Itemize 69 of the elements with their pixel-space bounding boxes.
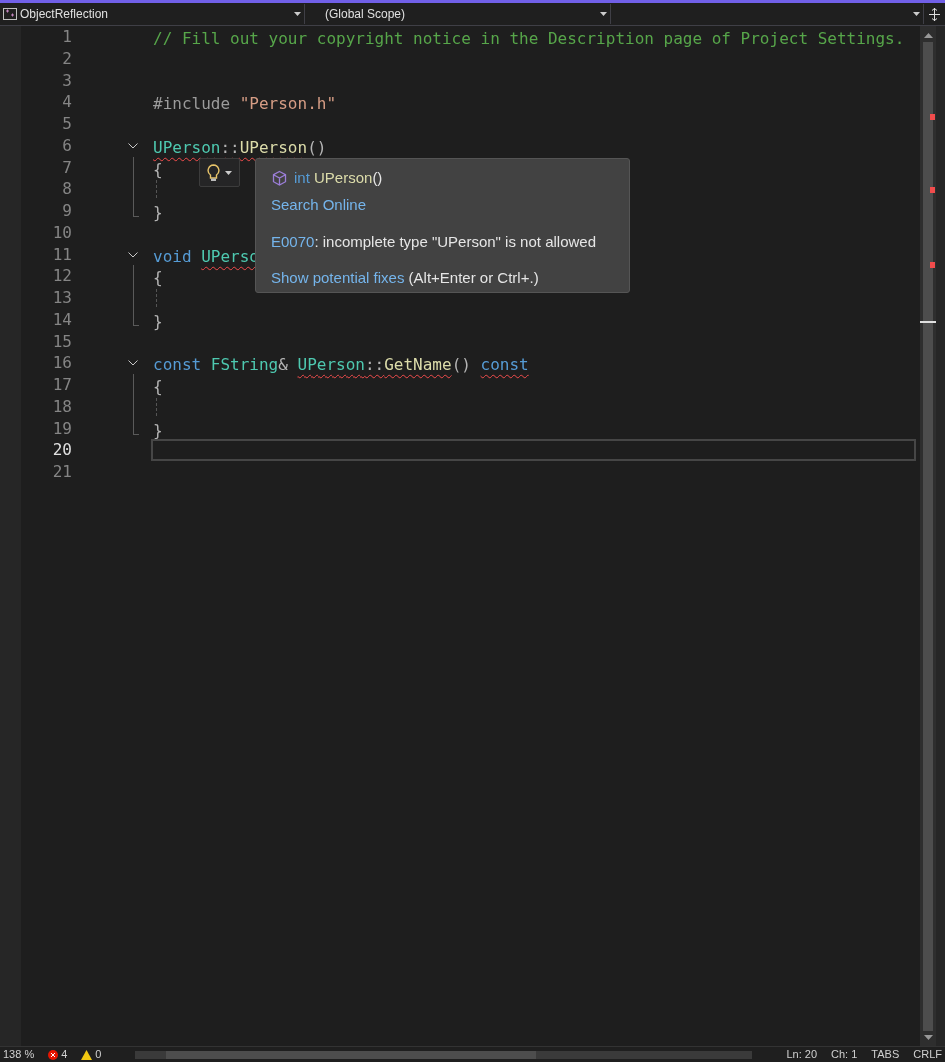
caret-icon [600,12,607,16]
line-number: 7 [61,156,72,179]
warning-icon[interactable] [81,1049,93,1060]
caret-position-marker [920,321,936,323]
project-dropdown[interactable]: ObjectReflection [0,4,305,24]
line-number: 5 [61,113,72,135]
line-number: 9 [61,200,72,222]
horizontal-scrollbar-thumb[interactable] [166,1050,537,1059]
code-line: } [153,420,163,440]
code-line: { [153,268,163,288]
line-number: 11 [51,243,72,266]
line-number: 18 [51,395,72,418]
split-window-icon[interactable] [929,7,940,21]
error-message: E0070: incomplete type "UPerson" is not allowed [271,231,597,252]
code-line: } [153,311,163,331]
line-number: 16 [51,352,72,374]
warning-count[interactable]: 0 [95,1046,102,1062]
line-number: 4 [61,91,72,113]
search-online-link[interactable]: Search Online [271,194,367,217]
caret-icon [913,12,920,16]
fix-suggestion: Show potential fixes (Alt+Enter or Ctrl+.) [271,268,540,288]
line-number-indicator[interactable]: Ln: 20 [786,1046,818,1062]
error-icon[interactable] [48,1049,59,1060]
cube-icon [271,169,288,187]
collapse-chevron-icon[interactable] [128,360,138,367]
zoom-level[interactable]: 138 % [3,1046,35,1062]
line-number: 13 [51,287,72,309]
line-number: 19 [51,417,72,440]
show-fixes-link[interactable]: Show potential fixes [271,269,405,286]
error-marker [930,114,935,120]
line-number: 10 [51,221,72,244]
line-number: 3 [61,69,72,92]
code-line: const FString& UPerson::GetName() const [153,355,529,375]
line-number: 20 [51,439,72,461]
line-number: 8 [61,178,72,200]
project-icon [3,8,17,20]
line-number: 15 [51,330,72,353]
column-indicator[interactable]: Ch: 1 [831,1046,858,1062]
line-number: 1 [61,26,72,48]
indentation-indicator[interactable]: TABS [871,1046,900,1062]
collapse-chevron-icon[interactable] [128,142,138,149]
error-count[interactable]: 4 [61,1046,68,1062]
error-marker [930,187,935,193]
vertical-scrollbar[interactable] [920,26,936,1046]
code-line: } [153,203,163,222]
code-line: UPerson::UPerson() [153,137,327,157]
caret-icon [225,170,232,175]
scroll-down-icon[interactable] [923,1035,933,1040]
lightbulb-icon [207,163,220,182]
line-number: 6 [61,134,72,157]
code-line: { [153,377,163,396]
quick-actions-button[interactable] [199,158,240,187]
error-code-link[interactable]: E0070 [271,232,315,250]
scrollbar-thumb[interactable] [923,42,933,1031]
line-number: 21 [51,461,72,483]
signature-text: int UPerson() [294,167,383,188]
caret-icon [294,12,301,16]
scroll-up-icon[interactable] [923,33,933,38]
line-number: 12 [51,265,72,287]
error-marker [930,262,935,268]
code-line: { [153,159,163,179]
line-ending-indicator[interactable]: CRLF [913,1046,942,1062]
line-number: 2 [61,47,72,70]
line-number: 17 [51,374,72,396]
code-line: #include "Person.h" [153,94,337,114]
line-number: 14 [51,308,72,331]
scope-dropdown[interactable]: (Global Scope) [305,4,611,24]
collapse-chevron-icon[interactable] [128,251,138,258]
code-comment: // Fill out your copyright notice in the Description page of Project Settings. [153,29,905,48]
